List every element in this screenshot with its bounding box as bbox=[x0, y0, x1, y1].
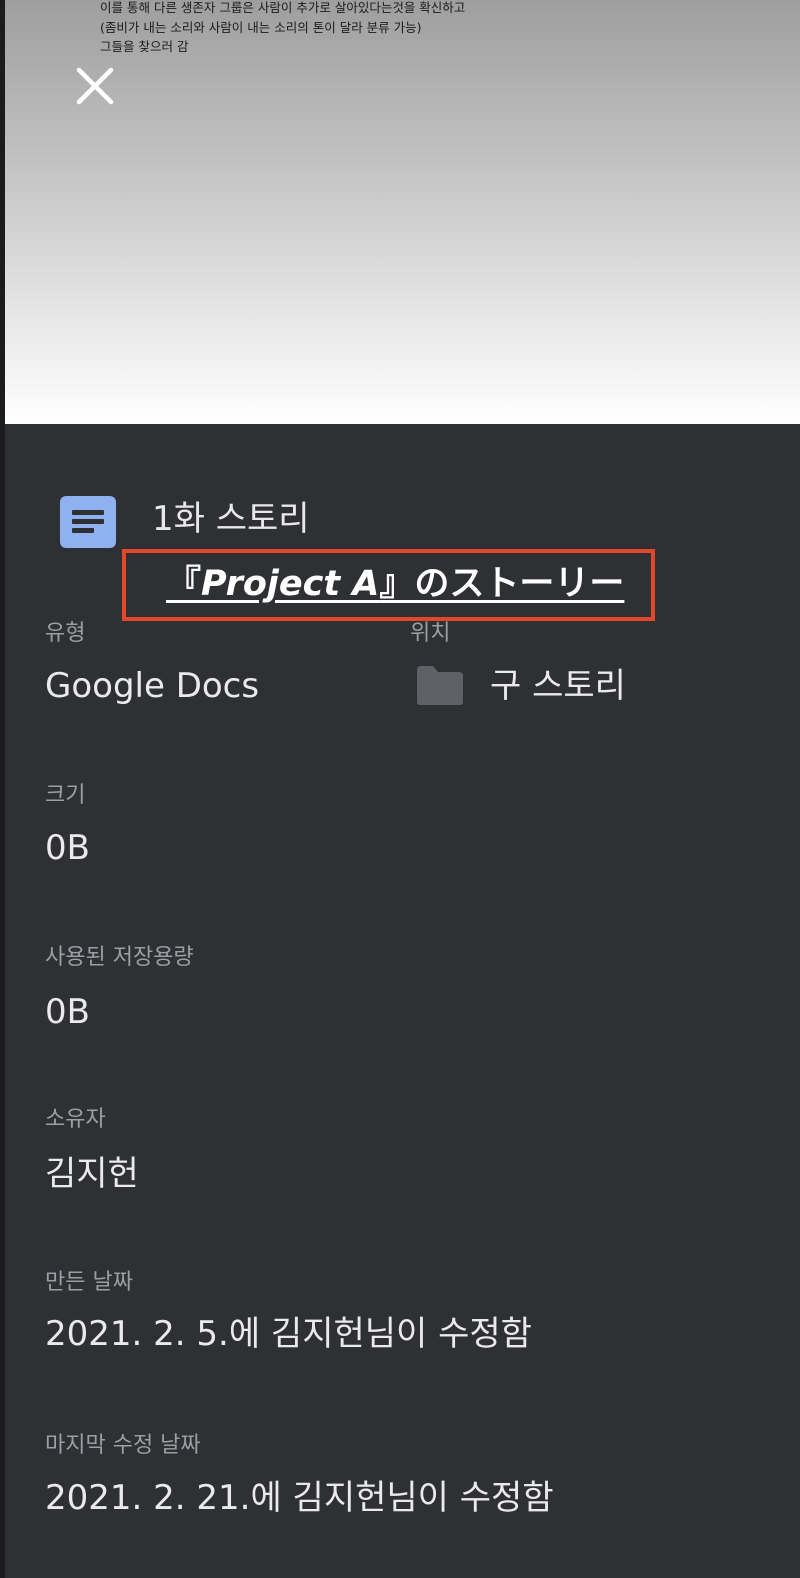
close-icon bbox=[76, 67, 114, 105]
size-label: 크기 bbox=[45, 783, 86, 808]
google-docs-icon bbox=[60, 496, 116, 548]
highlight-suffix: 』のストーリー bbox=[379, 564, 625, 604]
preview-text-line: 이를 통해 다른 생존자 그룹은 사람이 추가로 살아있다는것을 확신하고 bbox=[100, 0, 466, 15]
highlight-annotation-box: 『Project A』のストーリー bbox=[122, 549, 655, 621]
owner-value: 김지헌 bbox=[45, 1154, 139, 1194]
type-label: 유형 bbox=[45, 621, 86, 646]
storage-used-value: 0B bbox=[45, 992, 90, 1032]
file-details-screen: 이를 통해 다른 생존자 그룹은 사람이 추가로 살아있다는것을 확신하고 (좀… bbox=[0, 0, 800, 1578]
highlight-prefix: 『 bbox=[166, 564, 202, 604]
owner-label: 소유자 bbox=[45, 1107, 106, 1132]
location-label: 위치 bbox=[410, 621, 451, 646]
preview-text-line: 그들을 찾으러 감 bbox=[100, 39, 189, 54]
size-value: 0B bbox=[45, 828, 90, 868]
type-value: Google Docs bbox=[45, 666, 260, 706]
close-button[interactable] bbox=[73, 64, 121, 112]
highlighted-title-text: 『Project A』のストーリー bbox=[166, 559, 624, 609]
document-preview[interactable]: 이를 통해 다른 생존자 그룹은 사람이 추가로 살아있다는것을 확신하고 (좀… bbox=[5, 0, 800, 424]
created-date-value: 2021. 2. 5.에 김지헌님이 수정함 bbox=[45, 1314, 532, 1354]
preview-text-line: (좀비가 내는 소리와 사람이 내는 소리의 톤이 달라 분류 가능) bbox=[100, 20, 422, 35]
storage-used-label: 사용된 저장용량 bbox=[45, 945, 194, 970]
folder-icon bbox=[415, 664, 465, 706]
created-date-label: 만든 날짜 bbox=[45, 1270, 133, 1295]
file-title: 1화 스토리 bbox=[152, 499, 310, 539]
modified-date-label: 마지막 수정 날짜 bbox=[45, 1433, 201, 1458]
modified-date-value: 2021. 2. 21.에 김지헌님이 수정함 bbox=[45, 1478, 554, 1518]
highlight-project-name: Project A bbox=[201, 564, 380, 604]
location-value[interactable]: 구 스토리 bbox=[490, 664, 626, 708]
details-panel: 1화 스토리 『Project A』のストーリー 유형 Google Docs … bbox=[5, 424, 800, 1578]
